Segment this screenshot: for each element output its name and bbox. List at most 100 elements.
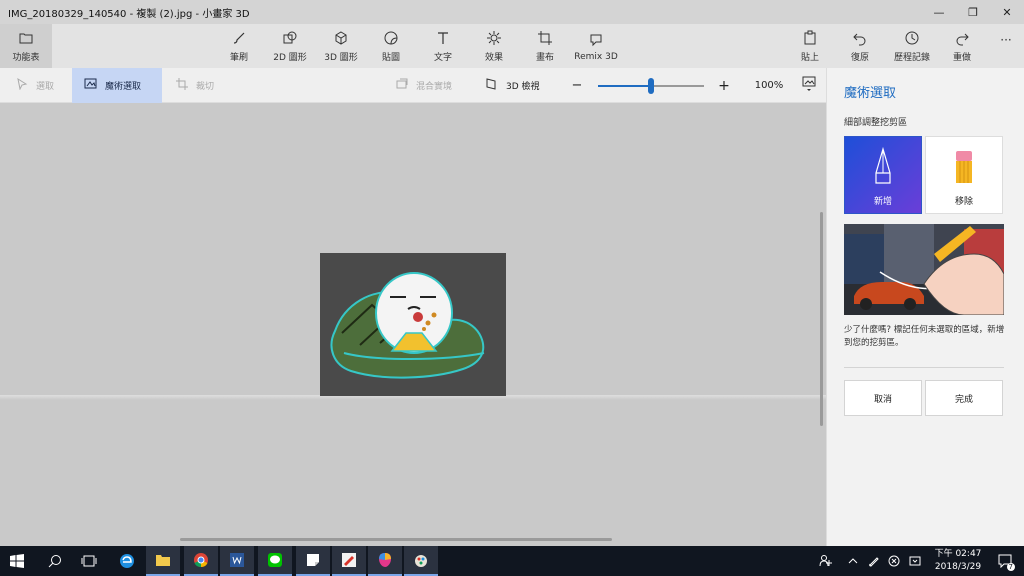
canvas-area[interactable] bbox=[0, 104, 826, 546]
selection-toolbar: 選取 魔術選取 裁切 混合實境 3D 檢視 − + 100% bbox=[0, 68, 826, 103]
zoom-slider-thumb[interactable] bbox=[648, 78, 654, 94]
magic-select-button[interactable]: 魔術選取 bbox=[72, 68, 162, 103]
panel-divider bbox=[844, 367, 1004, 368]
effects-label: 效果 bbox=[484, 53, 503, 63]
zoom-slider[interactable] bbox=[598, 68, 704, 103]
undo-icon bbox=[851, 29, 869, 47]
zoom-in-button[interactable]: + bbox=[716, 68, 732, 103]
brush-label: 筆刷 bbox=[229, 53, 248, 63]
remix-3d-button[interactable]: Remix 3D bbox=[574, 24, 618, 68]
zoom-percentage[interactable]: 100% bbox=[750, 68, 788, 103]
restore-button[interactable]: ❐ bbox=[956, 0, 990, 24]
3d-shapes-label: 3D 圖形 bbox=[324, 53, 358, 63]
crop-icon bbox=[176, 78, 188, 93]
text-label: 文字 bbox=[433, 53, 452, 63]
canvas-image[interactable] bbox=[320, 253, 506, 396]
pen-tray-icon[interactable] bbox=[864, 546, 884, 576]
panel-title: 魔術選取 bbox=[844, 86, 897, 101]
rice-dumpling-drawing bbox=[320, 253, 506, 396]
paste-icon bbox=[801, 29, 819, 47]
people-icon[interactable] bbox=[816, 546, 836, 576]
history-label: 歷程記錄 bbox=[893, 53, 930, 63]
paste-label: 貼上 bbox=[800, 53, 819, 63]
menu-label: 功能表 bbox=[12, 53, 40, 63]
volume-icon[interactable] bbox=[905, 546, 925, 576]
magic-select-panel: 魔術選取 細部調整挖剪區 新增 移除 少了什麼嗎? 標記任何未選取的區域，新增到… bbox=[826, 68, 1024, 546]
taskbar: 下午 02:47 2018/3/29 7 bbox=[0, 546, 1024, 576]
minimize-button[interactable]: — bbox=[922, 0, 956, 24]
view-options-button[interactable] bbox=[798, 68, 820, 103]
line-icon[interactable] bbox=[258, 546, 292, 576]
3d-view-icon bbox=[486, 78, 498, 93]
panel-subtitle: 細部調整挖剪區 bbox=[844, 118, 908, 128]
clock-time: 下午 02:47 bbox=[934, 549, 982, 559]
zoom-out-button[interactable]: − bbox=[569, 68, 585, 103]
undo-button[interactable]: 復原 bbox=[845, 24, 875, 68]
system-clock[interactable]: 下午 02:47 2018/3/29 bbox=[925, 548, 991, 574]
stickers-icon bbox=[382, 29, 400, 47]
fresh-paint-icon[interactable] bbox=[404, 546, 438, 576]
2d-shapes-label: 2D 圖形 bbox=[273, 53, 307, 63]
notification-count: 7 bbox=[1006, 563, 1015, 571]
file-explorer-icon[interactable] bbox=[146, 546, 180, 576]
crop-button[interactable]: 裁切 bbox=[170, 68, 220, 103]
chrome-icon[interactable] bbox=[184, 546, 218, 576]
remix-3d-label: Remix 3D bbox=[574, 51, 618, 62]
edge-icon[interactable] bbox=[110, 546, 144, 576]
title-bar: IMG_20180329_140540 - 複製 (2).jpg - 小畫家 3… bbox=[0, 0, 1024, 24]
3d-view-button[interactable]: 3D 檢視 bbox=[480, 68, 546, 103]
redo-button[interactable]: 重做 bbox=[947, 24, 977, 68]
remove-option-card[interactable]: 移除 bbox=[925, 136, 1003, 214]
redo-icon bbox=[953, 29, 971, 47]
windows-start-icon[interactable] bbox=[0, 546, 34, 576]
canvas-button[interactable]: 畫布 bbox=[530, 24, 560, 68]
stickers-label: 貼圖 bbox=[381, 53, 400, 63]
chevron-up-icon[interactable] bbox=[843, 546, 863, 576]
horizontal-scrollbar[interactable] bbox=[180, 538, 612, 541]
pen-icon bbox=[872, 146, 894, 188]
sticky-notes-icon[interactable] bbox=[296, 546, 330, 576]
add-option-card[interactable]: 新增 bbox=[844, 136, 922, 214]
menu-button[interactable]: 功能表 bbox=[0, 24, 52, 68]
text-icon bbox=[434, 29, 452, 47]
history-icon bbox=[903, 29, 921, 47]
paint-icon[interactable] bbox=[332, 546, 366, 576]
clock-date: 2018/3/29 bbox=[934, 562, 982, 572]
undo-label: 復原 bbox=[850, 53, 869, 63]
3d-shapes-icon bbox=[332, 29, 350, 47]
disconnected-icon[interactable] bbox=[884, 546, 904, 576]
text-button[interactable]: 文字 bbox=[428, 24, 458, 68]
mixed-reality-button[interactable]: 混合實境 bbox=[390, 68, 458, 103]
task-view-icon[interactable] bbox=[72, 546, 106, 576]
paste-button[interactable]: 貼上 bbox=[795, 24, 825, 68]
canvas-icon bbox=[536, 29, 554, 47]
add-label: 新增 bbox=[873, 197, 892, 207]
folder-icon bbox=[17, 29, 35, 47]
history-button[interactable]: 歷程記錄 bbox=[890, 24, 934, 68]
window-title: IMG_20180329_140540 - 複製 (2).jpg - 小畫家 3… bbox=[8, 8, 250, 20]
search-icon[interactable] bbox=[38, 546, 72, 576]
notification-center-icon[interactable]: 7 bbox=[992, 546, 1018, 576]
vertical-scrollbar[interactable] bbox=[820, 212, 823, 426]
2d-shapes-icon bbox=[281, 29, 299, 47]
magic-select-label: 魔術選取 bbox=[105, 82, 142, 92]
remix-3d-icon bbox=[587, 31, 605, 49]
brush-icon bbox=[230, 29, 248, 47]
remove-label: 移除 bbox=[954, 197, 973, 207]
cancel-button[interactable]: 取消 bbox=[844, 380, 922, 416]
ribbon: 功能表 筆刷 2D 圖形 3D 圖形 貼圖 文字 效果 畫布 Remix 3D … bbox=[0, 24, 1024, 68]
done-button[interactable]: 完成 bbox=[925, 380, 1003, 416]
paint-3d-icon[interactable] bbox=[368, 546, 402, 576]
select-tool-button[interactable]: 選取 bbox=[10, 68, 60, 103]
stickers-button[interactable]: 貼圖 bbox=[376, 24, 406, 68]
word-icon[interactable] bbox=[220, 546, 254, 576]
3d-shapes-button[interactable]: 3D 圖形 bbox=[321, 24, 361, 68]
mixed-reality-label: 混合實境 bbox=[416, 82, 453, 92]
panel-tip-text: 少了什麼嗎? 標記任何未選取的區域，新增到您的挖剪區。 bbox=[844, 325, 1005, 348]
redo-label: 重做 bbox=[952, 53, 971, 63]
more-options-button[interactable]: ··· bbox=[992, 18, 1020, 62]
effects-button[interactable]: 效果 bbox=[479, 24, 509, 68]
2d-shapes-button[interactable]: 2D 圖形 bbox=[270, 24, 310, 68]
tip-illustration bbox=[844, 224, 1004, 315]
brush-tool-button[interactable]: 筆刷 bbox=[224, 24, 254, 68]
